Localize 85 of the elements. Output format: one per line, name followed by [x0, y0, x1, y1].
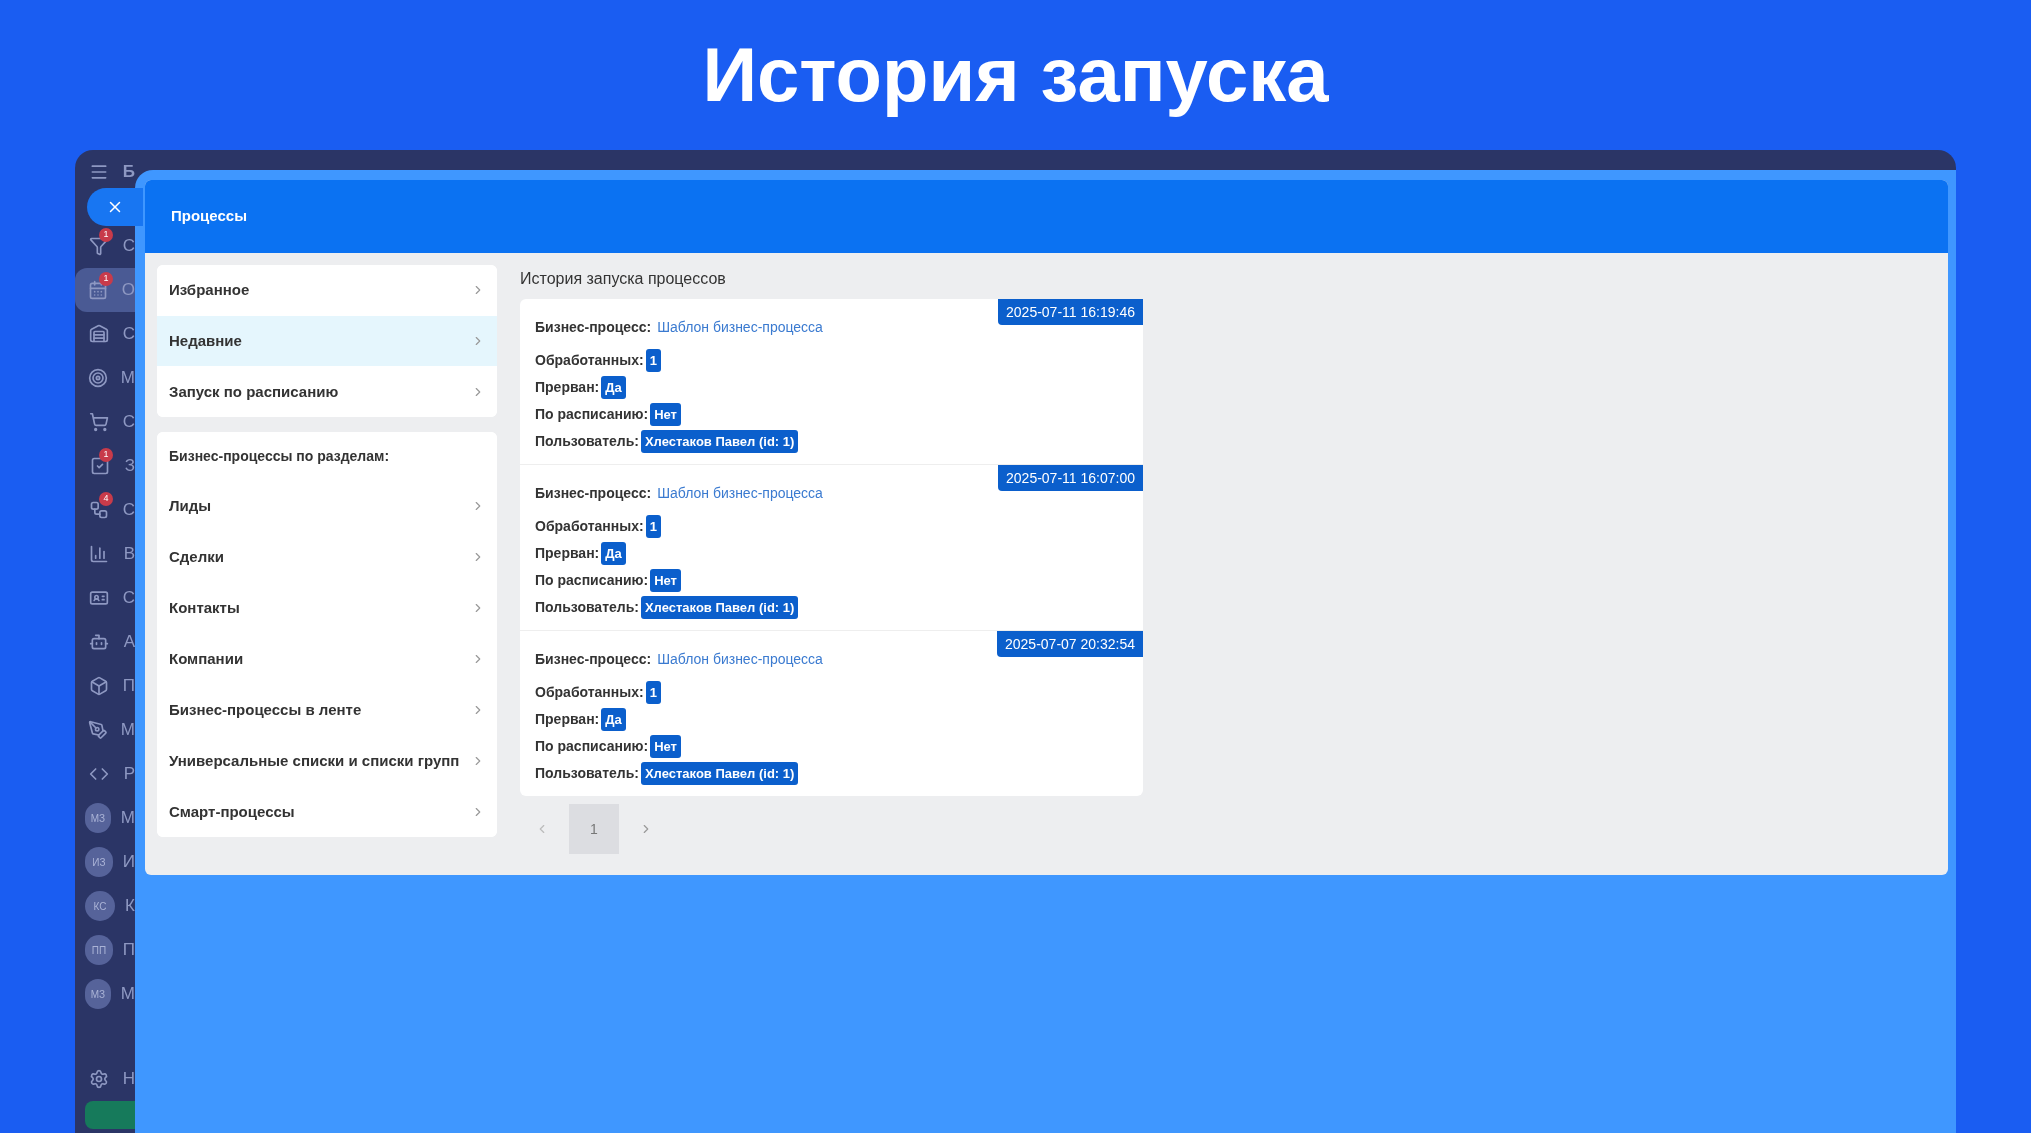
value-badge: Хлестаков Павел (id: 1)	[640, 761, 799, 786]
notification-count: 1	[99, 228, 113, 242]
avatar: ИЗ	[85, 847, 113, 877]
value-badge: Нет	[650, 734, 681, 759]
value-badge: Да	[601, 707, 626, 732]
sidebar-label: М	[120, 367, 135, 390]
notification-count: 4	[99, 492, 113, 506]
sidebar-label: С	[122, 323, 135, 346]
sidebar-item[interactable]: МЗ М	[75, 972, 135, 1016]
value-badge: Да	[601, 375, 626, 400]
sidebar-label: П	[122, 675, 135, 698]
sidebar-label: К	[125, 895, 135, 918]
avatar: МЗ	[85, 979, 111, 1009]
value-badge: 1	[645, 514, 661, 539]
sidebar-label: С	[122, 235, 135, 258]
sidebar-label: М	[120, 719, 135, 742]
sidebar-label: П	[122, 939, 135, 962]
sidebar-label: Б	[122, 161, 135, 184]
value-badge: Хлестаков Павел (id: 1)	[640, 429, 799, 454]
sidebar-item[interactable]: С	[75, 400, 135, 444]
sidebar-item[interactable]: МЗ М	[75, 796, 135, 840]
avatar: МЗ	[85, 803, 111, 833]
sidebar-item[interactable]: Р	[75, 752, 135, 796]
sidebar-item[interactable]: М	[75, 356, 135, 400]
sidebar-label: М	[120, 807, 135, 830]
sidebar-item[interactable]: 4 С	[75, 488, 135, 532]
value-badge: Нет	[650, 402, 681, 427]
value-badge: 1	[645, 348, 661, 373]
value-badge: Хлестаков Павел (id: 1)	[640, 595, 799, 620]
field-label: Бизнес-процесс:	[535, 650, 652, 669]
field-label: Прерван:	[535, 378, 600, 397]
sidebar-item[interactable]: А	[75, 620, 135, 664]
timestamp: 2025-07-07 20:32:54	[997, 631, 1143, 657]
avatar: ПП	[85, 935, 113, 965]
page-number[interactable]: 1	[569, 804, 619, 854]
field-label: По расписанию:	[535, 737, 649, 756]
sidebar-item[interactable]: М	[75, 708, 135, 752]
sidebar-label: С	[122, 499, 135, 522]
close-button[interactable]	[87, 188, 143, 226]
timestamp: 2025-07-11 16:07:00	[998, 465, 1143, 491]
value-badge: 1	[645, 680, 661, 705]
sidebar-item[interactable]: С	[75, 312, 135, 356]
sidebar-item[interactable]: С	[75, 576, 135, 620]
field-label: Прерван:	[535, 544, 600, 563]
sidebar-item[interactable]: 1 С	[75, 224, 135, 268]
avatar: КС	[85, 891, 115, 921]
sidebar-label: В	[123, 543, 135, 566]
field-label: Бизнес-процесс:	[535, 318, 652, 337]
sidebar-label: А	[123, 631, 135, 654]
menu-item[interactable]: Недавние	[157, 316, 497, 366]
process-link[interactable]: Шаблон бизнес-процесса	[657, 483, 823, 504]
section-title: История запуска процессов	[520, 269, 727, 289]
field-label: Пользователь:	[535, 598, 639, 617]
sidebar-label: О	[121, 279, 135, 302]
process-link[interactable]: Шаблон бизнес-процесса	[657, 649, 823, 670]
sidebar-item[interactable]: 1 О	[75, 268, 135, 312]
sidebar-label: З	[124, 455, 135, 478]
sidebar-label: И	[122, 851, 135, 874]
sidebar-item[interactable]: ПП П	[75, 928, 135, 972]
field-label: Пользователь:	[535, 764, 639, 783]
field-label: Прерван:	[535, 710, 600, 729]
notification-count: 1	[99, 272, 113, 286]
field-label: Обработанных:	[535, 517, 644, 536]
sidebar-label: С	[122, 411, 135, 434]
sidebar-item[interactable]: КС К	[75, 884, 135, 928]
sidebar-item[interactable]: 1 З	[75, 444, 135, 488]
sidebar-item[interactable]: ИЗ И	[75, 840, 135, 884]
sidebar-item[interactable]: В	[75, 532, 135, 576]
field-label: Пользователь:	[535, 432, 639, 451]
value-badge: Да	[601, 541, 626, 566]
field-label: Обработанных:	[535, 683, 644, 702]
field-label: По расписанию:	[535, 571, 649, 590]
panel-title: Процессы	[171, 206, 247, 227]
field-label: По расписанию:	[535, 405, 649, 424]
field-label: Обработанных:	[535, 351, 644, 370]
sidebar-label: М	[120, 983, 135, 1006]
value-badge: Нет	[650, 568, 681, 593]
notification-count: 1	[99, 448, 113, 462]
field-label: Бизнес-процесс:	[535, 484, 652, 503]
timestamp: 2025-07-11 16:19:46	[998, 299, 1143, 325]
sidebar-label: Р	[123, 763, 135, 786]
sidebar-item[interactable]: П	[75, 664, 135, 708]
process-link[interactable]: Шаблон бизнес-процесса	[657, 317, 823, 338]
sidebar-label: С	[122, 587, 135, 610]
sidebar-label: Н	[122, 1068, 135, 1091]
